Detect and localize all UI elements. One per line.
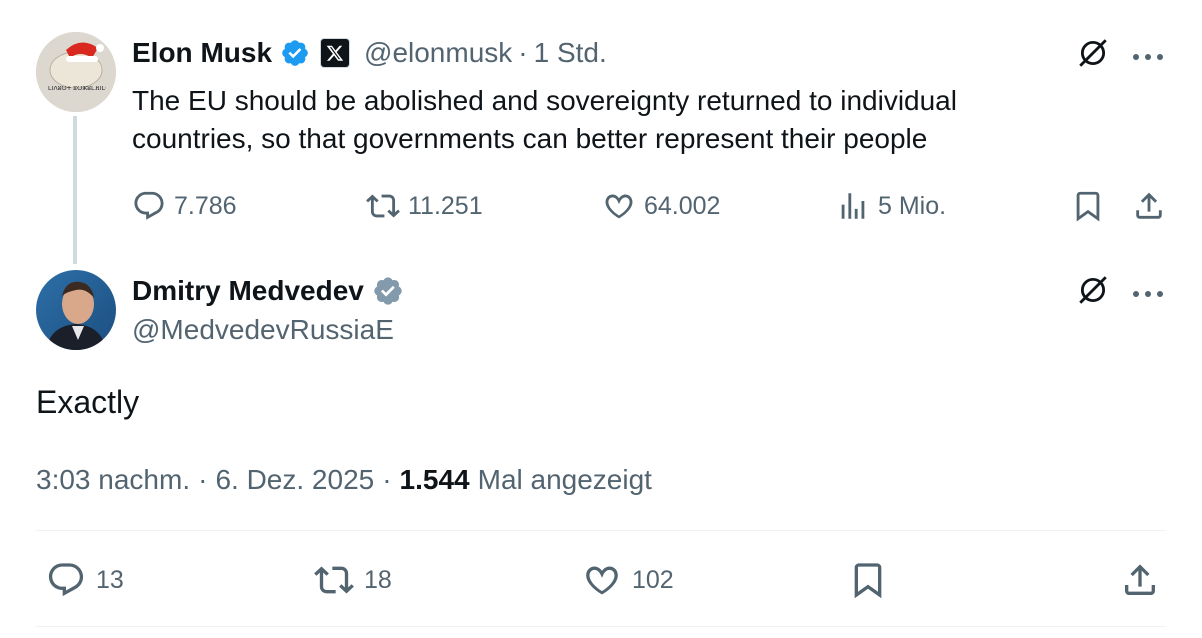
heart-icon xyxy=(586,566,618,595)
repost-icon xyxy=(366,194,400,218)
repost-icon xyxy=(314,566,354,594)
author-name[interactable]: Dmitry Medvedev xyxy=(132,275,364,307)
more-options-icon[interactable] xyxy=(1132,285,1164,303)
tweet-meta: 3:03 nachm. · 6. Dez. 2025 · 1.544 Mal a… xyxy=(36,461,652,499)
views-button[interactable]: 5 Mio. xyxy=(836,189,946,223)
meta-separator: · xyxy=(198,464,208,495)
elon-avatar[interactable]: ⵎⵏⴷⵓⵙⵜ ⴻⵔⵣⵓⵎⴼⵏⵎⵔⵉ xyxy=(36,32,116,112)
views-count: 1.544 xyxy=(399,464,470,495)
header-separator: · xyxy=(518,37,528,68)
reply-icon xyxy=(134,191,164,220)
views-label: Mal angezeigt xyxy=(477,464,652,495)
share-icon xyxy=(1125,564,1155,595)
share-button[interactable] xyxy=(1120,560,1160,605)
thread-line xyxy=(73,116,77,264)
like-button[interactable]: 102 xyxy=(582,560,674,600)
avatar-caption: ⵎⵏⴷⵓⵙⵜ ⴻⵔⵣⵓⵎⴼⵏⵎⵔⵉ xyxy=(48,86,106,92)
tweet-time[interactable]: 3:03 nachm. xyxy=(36,464,190,496)
like-count: 102 xyxy=(632,565,674,594)
author-handle[interactable]: @elonmusk xyxy=(364,37,512,69)
parent-header: Elon Musk @elonmusk · 1 Std. xyxy=(132,34,607,72)
reply-button[interactable]: 13 xyxy=(46,560,124,600)
avatar-image xyxy=(36,32,116,112)
reply-count: 13 xyxy=(96,565,124,594)
share-icon xyxy=(1136,192,1162,219)
avatar-image xyxy=(36,270,116,350)
reply-button[interactable]: 7.786 xyxy=(132,189,237,223)
author-name[interactable]: Elon Musk xyxy=(132,37,272,69)
tweet-time[interactable]: 1 Std. xyxy=(534,37,607,69)
repost-button[interactable]: 18 xyxy=(314,560,392,600)
views-count: 5 Mio. xyxy=(878,191,947,220)
reply-icon xyxy=(48,563,84,597)
bookmark-icon xyxy=(1076,191,1100,222)
bookmark-icon xyxy=(854,563,882,599)
x-affiliate-icon[interactable] xyxy=(320,38,351,68)
main-tweet-text: Exactly xyxy=(36,384,140,420)
parent-text-line1: The EU should be abolished and sovereign… xyxy=(132,85,957,116)
divider xyxy=(36,626,1166,627)
meta-separator: · xyxy=(382,464,392,495)
bookmark-button[interactable] xyxy=(848,560,888,605)
repost-count: 18 xyxy=(364,565,392,594)
reply-count: 7.786 xyxy=(174,191,237,220)
views-icon xyxy=(841,193,865,219)
more-options-icon[interactable] xyxy=(1132,48,1164,66)
author-handle[interactable]: @MedvedevRussiaE xyxy=(132,314,394,346)
tweet-date[interactable]: 6. Dez. 2025 xyxy=(215,464,374,496)
medvedev-avatar[interactable] xyxy=(36,270,116,350)
verified-badge-gray-icon[interactable] xyxy=(372,275,404,307)
repost-button[interactable]: 11.251 xyxy=(366,189,483,223)
divider xyxy=(36,530,1166,531)
like-count: 64.002 xyxy=(644,191,721,220)
parent-text-line2: countries, so that governments can bette… xyxy=(132,123,928,154)
like-button[interactable]: 64.002 xyxy=(602,189,720,223)
bookmark-button[interactable] xyxy=(1071,189,1105,228)
main-header: Dmitry Medvedev xyxy=(132,272,404,310)
repost-count: 11.251 xyxy=(408,191,483,220)
grok-icon[interactable] xyxy=(1076,273,1110,312)
heart-icon xyxy=(605,194,633,219)
grok-icon[interactable] xyxy=(1076,36,1110,75)
verified-badge-icon[interactable] xyxy=(280,38,310,68)
share-button[interactable] xyxy=(1132,189,1166,228)
